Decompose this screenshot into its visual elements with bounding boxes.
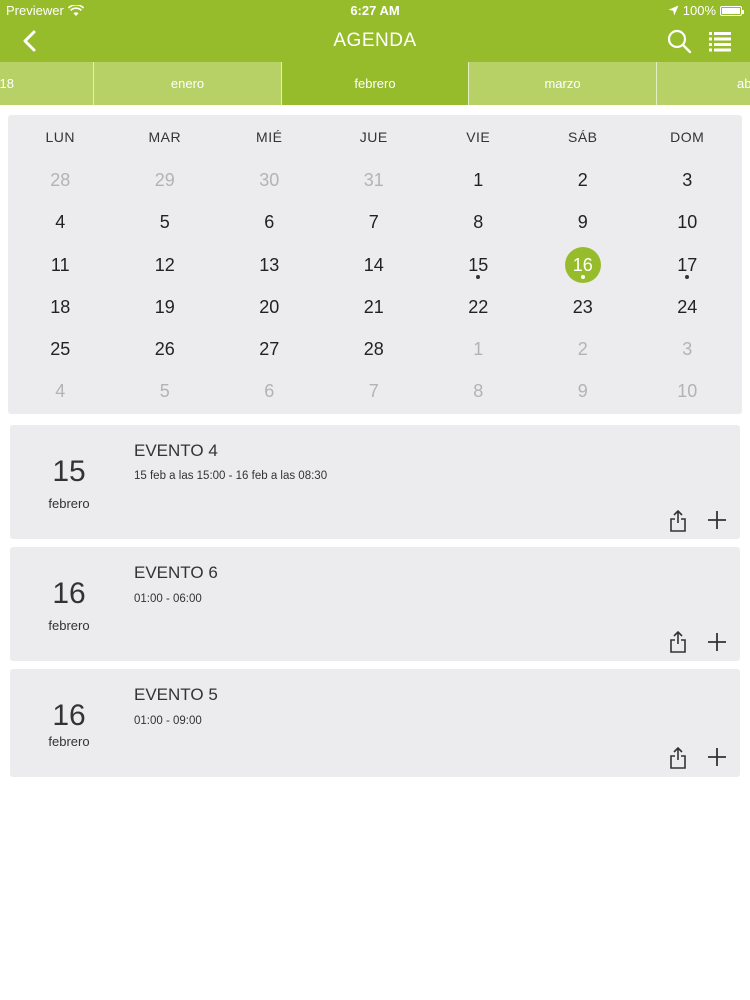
month-tabs: 2018 enero febrero marzo ab — [0, 62, 750, 105]
weekday-header: LUN MAR MIÉ JUE VIE SÁB DOM — [8, 129, 742, 145]
day-number: 28 — [363, 339, 384, 360]
page-title: AGENDA — [333, 30, 417, 51]
calendar-day[interactable]: 6 — [217, 379, 322, 421]
weekday-label: VIE — [466, 129, 491, 145]
day-number: 7 — [368, 212, 379, 233]
day-number: 1 — [473, 170, 484, 190]
day-number: 13 — [259, 254, 280, 275]
event-indicator-dot — [580, 274, 585, 279]
event-card[interactable]: 16 febrero EVENTO 6 01:00 - 06:00 — [10, 547, 740, 661]
day-number: 4 — [55, 381, 66, 402]
month-calendar: LUN MAR MIÉ JUE VIE SÁB DOM 28 29 30 31 1 2 3 4 5 6 7 8 9 1… — [8, 115, 742, 414]
day-number: 24 — [677, 296, 698, 317]
day-number: 6 — [264, 212, 275, 233]
battery-icon — [720, 5, 744, 16]
tab-abril[interactable]: ab — [657, 62, 750, 105]
day-number: 10 — [677, 381, 698, 402]
location-arrow-icon — [668, 5, 679, 16]
weekday-label: SÁB — [567, 129, 598, 145]
calendar-day[interactable]: 8 — [426, 379, 531, 421]
day-number: 4 — [55, 212, 66, 233]
event-month: febrero — [48, 496, 90, 511]
event-title: EVENTO 4 — [134, 441, 218, 460]
agenda-screen: Previewer 6:27 AM 100% AGENDA 18 enero f… — [0, 0, 750, 1000]
share-icon[interactable] — [668, 747, 688, 769]
day-number: 25 — [50, 339, 71, 360]
day-grid: 28 29 30 31 1 2 3 4 5 6 7 8 9 10 11 12 13 14 15 16 17 18 19 20 2… — [8, 168, 742, 422]
add-icon[interactable] — [706, 631, 728, 653]
day-number: 22 — [468, 296, 489, 317]
day-number: 29 — [154, 170, 175, 190]
event-card[interactable]: 15 febrero EVENTO 4 15 feb a las 15:00 -… — [10, 425, 740, 539]
calendar-day[interactable]: 7 — [322, 379, 427, 421]
event-day: 16 — [52, 699, 86, 732]
share-icon[interactable] — [668, 510, 688, 532]
day-number: 11 — [50, 254, 70, 275]
tab-marzo[interactable]: marzo — [469, 62, 657, 105]
day-number: 27 — [259, 339, 280, 360]
add-icon[interactable] — [706, 509, 728, 531]
day-number: 10 — [677, 212, 698, 233]
day-number: 28 — [50, 170, 71, 190]
calendar-day[interactable]: 10 — [635, 379, 740, 421]
day-number: 7 — [368, 381, 379, 402]
event-day: 15 — [52, 455, 86, 488]
day-number: 6 — [264, 381, 275, 402]
status-time: 6:27 AM — [350, 3, 400, 18]
tab-enero[interactable]: enero — [94, 62, 282, 105]
day-number: 2 — [577, 339, 588, 360]
event-card[interactable]: 16 febrero EVENTO 5 01:00 - 09:00 — [10, 669, 740, 777]
day-number: 2 — [577, 170, 588, 190]
event-time: 15 feb a las 15:00 - 16 feb a las 08:30 — [134, 470, 328, 482]
weekday-label: LUN — [45, 129, 75, 145]
day-number: 9 — [577, 381, 588, 402]
day-number: 19 — [154, 296, 175, 317]
day-number: 5 — [159, 381, 170, 402]
app-header: AGENDA — [0, 20, 750, 62]
day-number: 1 — [473, 339, 484, 360]
day-number: 3 — [682, 170, 693, 190]
calendar-day[interactable]: 5 — [113, 379, 218, 421]
day-number: 14 — [363, 254, 384, 275]
event-time: 01:00 - 06:00 — [134, 593, 202, 605]
day-number: 5 — [159, 212, 170, 233]
day-number: 8 — [473, 212, 484, 233]
day-number: 9 — [577, 212, 588, 233]
status-bar: Previewer 6:27 AM 100% — [0, 0, 750, 20]
share-icon[interactable] — [668, 631, 688, 653]
event-day: 16 — [52, 577, 86, 610]
event-month: febrero — [48, 618, 90, 633]
status-right: 100% — [668, 3, 744, 18]
event-month: febrero — [48, 734, 90, 749]
calendar-day[interactable]: 9 — [531, 379, 636, 421]
add-icon[interactable] — [706, 746, 728, 768]
day-number: 30 — [259, 170, 280, 190]
day-number: 21 — [363, 296, 384, 317]
day-number: 23 — [572, 296, 593, 317]
day-number: 31 — [363, 170, 384, 190]
battery-percent: 100% — [682, 3, 716, 18]
event-title: EVENTO 5 — [134, 685, 218, 704]
day-number: 12 — [154, 254, 175, 275]
day-number: 18 — [50, 296, 71, 317]
day-number: 20 — [259, 296, 280, 317]
day-number: 8 — [473, 381, 484, 402]
weekday-label: DOM — [670, 129, 705, 145]
list-view-icon[interactable] — [708, 29, 732, 53]
event-title: EVENTO 6 — [134, 563, 218, 582]
event-indicator-dot — [476, 274, 481, 279]
day-number: 3 — [682, 339, 693, 360]
weekday-label: MIÉ — [256, 129, 283, 145]
tab-febrero[interactable]: febrero — [282, 62, 469, 105]
weekday-label: JUE — [359, 129, 388, 145]
day-number: 26 — [154, 339, 175, 360]
tab-2018[interactable]: 2018 — [0, 62, 94, 105]
event-indicator-dot — [685, 274, 690, 279]
weekday-label: MAR — [148, 129, 182, 145]
event-time: 01:00 - 09:00 — [134, 715, 202, 727]
search-icon[interactable] — [666, 28, 692, 54]
calendar-day[interactable]: 4 — [8, 379, 113, 421]
